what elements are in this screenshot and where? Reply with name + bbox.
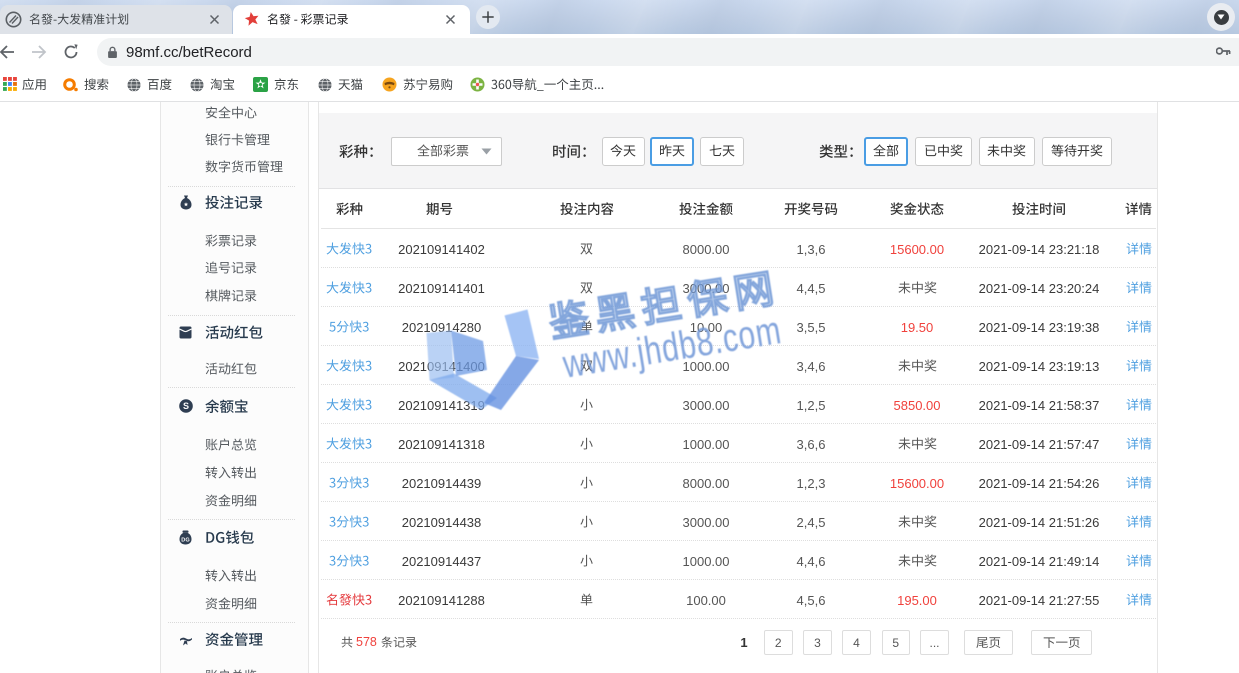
svg-text:S: S <box>182 401 188 411</box>
svg-text:DG: DG <box>181 537 189 543</box>
